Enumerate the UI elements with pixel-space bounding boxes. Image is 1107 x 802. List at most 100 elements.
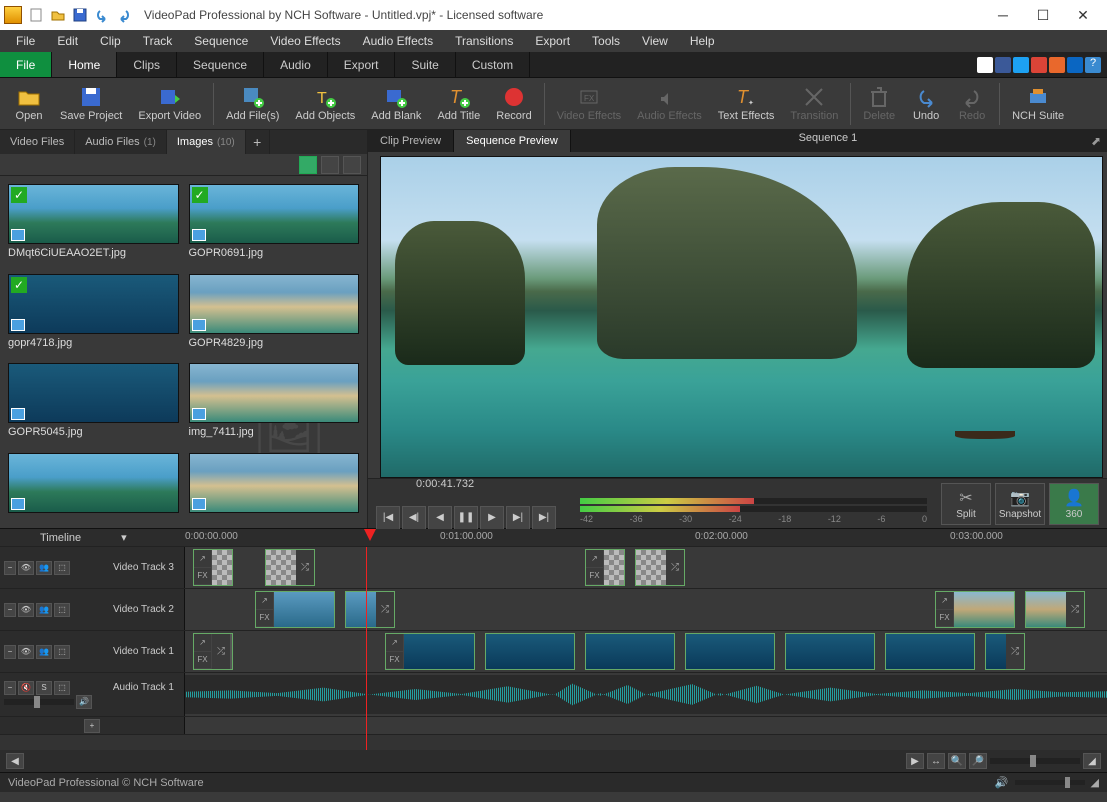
bin-add-icon[interactable] bbox=[299, 156, 317, 174]
timeline-clip[interactable]: ⤮ bbox=[985, 633, 1025, 670]
menu-view[interactable]: View bbox=[632, 32, 678, 50]
play-button[interactable]: ▶ bbox=[480, 506, 504, 530]
preview-canvas[interactable] bbox=[368, 152, 1107, 478]
ribbon-tab-clips[interactable]: Clips bbox=[117, 52, 177, 77]
track-users-icon[interactable]: 👥 bbox=[36, 603, 52, 617]
track-lock-icon[interactable]: ⬚ bbox=[54, 681, 70, 695]
like-icon[interactable] bbox=[977, 57, 993, 73]
video-effects-button[interactable]: FXVideo Effects bbox=[549, 83, 629, 124]
bin-thumbnail[interactable]: ✓gopr4718.jpg bbox=[8, 274, 179, 354]
track-users-icon[interactable]: 👥 bbox=[36, 561, 52, 575]
timeline-zoom-in-icon[interactable]: 🔍 bbox=[948, 753, 966, 769]
linkedin-icon[interactable] bbox=[1067, 57, 1083, 73]
record-button[interactable]: Record bbox=[488, 83, 539, 124]
track-eye-icon[interactable]: 👁 bbox=[18, 561, 34, 575]
track-eye-icon[interactable]: 👁 bbox=[18, 603, 34, 617]
track-body-v3[interactable]: ↗FX ⤮ ↗FX ⤮ bbox=[185, 547, 1107, 588]
timeline-fit-icon[interactable]: ↔ bbox=[927, 753, 945, 769]
timeline-label[interactable]: Timeline▾ bbox=[0, 529, 185, 546]
menu-edit[interactable]: Edit bbox=[47, 32, 88, 50]
popout-icon[interactable]: ⬈ bbox=[1085, 130, 1107, 152]
next-frame-button[interactable]: ▶| bbox=[506, 506, 530, 530]
track-body-a1[interactable] bbox=[185, 673, 1107, 716]
timeline-clip[interactable]: ⤮ bbox=[265, 549, 315, 586]
add-blank-button[interactable]: Add Blank bbox=[363, 83, 429, 124]
menu-video-effects[interactable]: Video Effects bbox=[260, 32, 350, 50]
export-video-button[interactable]: Export Video bbox=[130, 83, 209, 124]
goto-end-button[interactable]: ▶| bbox=[532, 506, 556, 530]
menu-export[interactable]: Export bbox=[525, 32, 580, 50]
track-body-v1[interactable]: ↗FX⤮ ↗FX ⤮ bbox=[185, 631, 1107, 672]
text-effects-button[interactable]: T✦Text Effects bbox=[710, 83, 783, 124]
timeline-clip[interactable] bbox=[585, 633, 675, 670]
timeline-clip[interactable]: ↗FX bbox=[193, 549, 233, 586]
track-mute-icon[interactable]: 🔇 bbox=[18, 681, 34, 695]
add-objects-button[interactable]: TAdd Objects bbox=[287, 83, 363, 124]
prev-frame-button[interactable]: ◀| bbox=[402, 506, 426, 530]
preview-tab-sequence[interactable]: Sequence Preview bbox=[454, 130, 571, 152]
add-track-button[interactable]: + bbox=[84, 719, 100, 733]
save-project-button[interactable]: Save Project bbox=[52, 83, 130, 124]
open-button[interactable]: Open bbox=[6, 83, 52, 124]
bin-thumbnail[interactable]: GOPR4829.jpg bbox=[189, 274, 360, 354]
timeline-clip[interactable]: ↗FX⤮ bbox=[193, 633, 233, 670]
menu-sequence[interactable]: Sequence bbox=[184, 32, 258, 50]
timeline-clip[interactable]: ⤮ bbox=[635, 549, 685, 586]
track-eye-icon[interactable]: 👁 bbox=[18, 645, 34, 659]
timeline-clip[interactable] bbox=[685, 633, 775, 670]
track-lock-icon[interactable]: ⬚ bbox=[54, 561, 70, 575]
menu-clip[interactable]: Clip bbox=[90, 32, 131, 50]
timeline-clip[interactable] bbox=[485, 633, 575, 670]
track-collapse-button[interactable]: − bbox=[4, 561, 16, 575]
ribbon-tab-sequence[interactable]: Sequence bbox=[177, 52, 264, 77]
bin-tab-images[interactable]: Images(10) bbox=[167, 130, 246, 154]
undo-button[interactable]: Undo bbox=[903, 83, 949, 124]
timeline-grip-icon[interactable]: ◢ bbox=[1083, 753, 1101, 769]
menu-track[interactable]: Track bbox=[133, 32, 183, 50]
master-volume-slider[interactable] bbox=[1015, 780, 1085, 785]
timeline-clip[interactable]: ↗FX bbox=[385, 633, 475, 670]
track-body-v2[interactable]: ↗FX ⤮ ↗FX ⤮ bbox=[185, 589, 1107, 630]
menu-transitions[interactable]: Transitions bbox=[445, 32, 523, 50]
bin-thumbnail[interactable] bbox=[189, 453, 360, 521]
google-icon[interactable] bbox=[1031, 57, 1047, 73]
ribbon-tab-home[interactable]: Home bbox=[52, 52, 117, 77]
ribbon-tab-audio[interactable]: Audio bbox=[264, 52, 328, 77]
timeline-zoom-out-icon[interactable]: 🔎 bbox=[969, 753, 987, 769]
timeline-clip[interactable] bbox=[885, 633, 975, 670]
goto-start-button[interactable]: |◀ bbox=[376, 506, 400, 530]
timeline-clip[interactable]: ↗FX bbox=[585, 549, 625, 586]
audio-effects-button[interactable]: Audio Effects bbox=[629, 83, 710, 124]
bin-list-view-icon[interactable] bbox=[321, 156, 339, 174]
timeline-ruler[interactable]: 0:00:00.0000:01:00.0000:02:00.0000:03:00… bbox=[185, 529, 1107, 546]
bin-thumbnail[interactable]: img_7411.jpg bbox=[189, 363, 360, 443]
track-volume-slider[interactable] bbox=[4, 699, 74, 705]
step-back-button[interactable]: ◀ bbox=[428, 506, 452, 530]
ribbon-tab-suite[interactable]: Suite bbox=[395, 52, 455, 77]
timeline-zoom-slider[interactable] bbox=[990, 758, 1080, 764]
bin-tab-audio[interactable]: Audio Files(1) bbox=[75, 130, 167, 154]
track-lock-icon[interactable]: ⬚ bbox=[54, 645, 70, 659]
pause-button[interactable]: ❚❚ bbox=[454, 506, 478, 530]
qat-save-icon[interactable] bbox=[70, 5, 90, 25]
timeline-scroll-right-icon[interactable]: ▶ bbox=[906, 753, 924, 769]
snapshot-button[interactable]: 📷Snapshot bbox=[995, 483, 1045, 525]
qat-new-icon[interactable] bbox=[26, 5, 46, 25]
bin-tab-video[interactable]: Video Files bbox=[0, 130, 75, 154]
playhead-icon[interactable] bbox=[364, 529, 376, 541]
track-collapse-button[interactable]: − bbox=[4, 681, 16, 695]
redo-button[interactable]: Redo bbox=[949, 83, 995, 124]
timeline-clip[interactable] bbox=[785, 633, 875, 670]
timeline-clip[interactable]: ⤮ bbox=[1025, 591, 1085, 628]
menu-help[interactable]: Help bbox=[680, 32, 725, 50]
bin-thumbnail[interactable]: GOPR5045.jpg bbox=[8, 363, 179, 443]
ribbon-tab-file[interactable]: File bbox=[0, 52, 52, 77]
track-collapse-button[interactable]: − bbox=[4, 603, 16, 617]
bin-thumbnail[interactable] bbox=[8, 453, 179, 521]
menu-audio-effects[interactable]: Audio Effects bbox=[353, 32, 444, 50]
track-users-icon[interactable]: 👥 bbox=[36, 645, 52, 659]
track-collapse-button[interactable]: − bbox=[4, 645, 16, 659]
track-lock-icon[interactable]: ⬚ bbox=[54, 603, 70, 617]
menu-tools[interactable]: Tools bbox=[582, 32, 630, 50]
qat-open-icon[interactable] bbox=[48, 5, 68, 25]
